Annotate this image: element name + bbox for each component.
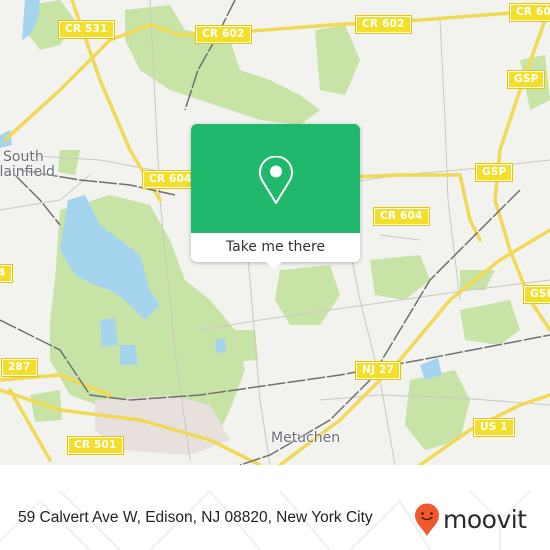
place-label-south-plainfield: South Plainfield: [0, 149, 55, 180]
road-shield-gsp: GSP: [506, 70, 546, 89]
popup-pointer: [265, 261, 283, 269]
map-pin-icon: [259, 156, 293, 204]
place-label-line: Plainfield: [0, 164, 55, 180]
moovit-wordmark: moovit: [443, 505, 527, 534]
place-label-metuchen: Metuchen: [271, 430, 341, 446]
place-label-line: South: [3, 149, 44, 165]
road-shield-i287: 287: [1, 358, 38, 377]
popup-header: [191, 124, 360, 233]
road-shield-edge: 4: [0, 264, 13, 283]
take-me-there-button[interactable]: Take me there: [191, 233, 360, 262]
road-shield-cr602: CR 602: [509, 3, 550, 22]
road-shield-us1: US 1: [473, 418, 515, 437]
moovit-pin-icon: [415, 503, 439, 536]
road-shield-cr501: CR 501: [67, 436, 124, 455]
road-shield-gsp: GSP: [474, 163, 514, 182]
address-text: 59 Calvert Ave W, Edison, NJ 08820, New …: [18, 509, 373, 526]
road-shield-cr602: CR 602: [355, 15, 412, 34]
road-shield-cr604: CR 604: [373, 207, 430, 226]
moovit-logo[interactable]: moovit: [414, 500, 527, 540]
road-shield-cr604: CR 604: [142, 170, 199, 189]
directions-popup[interactable]: Take me there: [191, 124, 360, 262]
road-shield-nj27: NJ 27: [355, 361, 401, 380]
footer: 59 Calvert Ave W, Edison, NJ 08820, New …: [0, 491, 550, 550]
road-shield-cr531: CR 531: [58, 20, 115, 39]
road-shield-cr602: CR 602: [195, 25, 252, 44]
road-shield-gsp: GSP: [522, 285, 550, 304]
